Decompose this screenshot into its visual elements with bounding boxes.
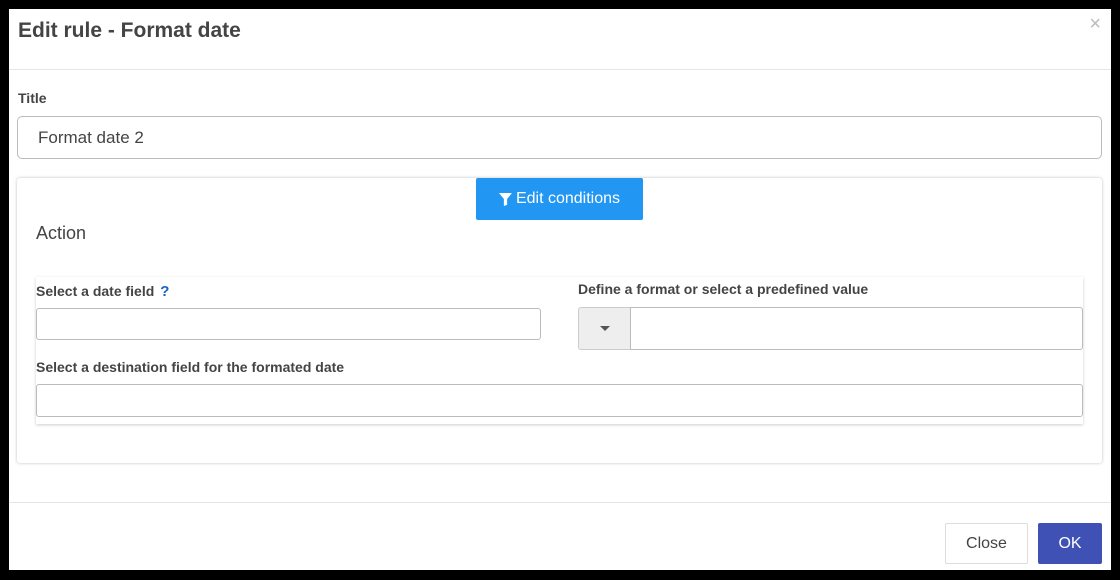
destination-field-label: Select a destination field for the forma… (36, 359, 345, 375)
rule-panel: Edit conditions Action Select a date fie… (17, 178, 1102, 463)
title-label: Title (18, 90, 47, 106)
chevron-down-icon (600, 326, 610, 331)
action-fields-card: Select a date field? Define a format or … (36, 277, 1083, 424)
help-icon[interactable]: ? (160, 283, 169, 300)
dialog-title: Edit rule - Format date (18, 19, 241, 42)
format-label: Define a format or select a predefined v… (578, 281, 869, 297)
ok-button[interactable]: OK (1038, 523, 1102, 564)
close-icon[interactable]: × (1089, 13, 1101, 35)
edit-conditions-button[interactable]: Edit conditions (476, 178, 643, 220)
date-field-input[interactable] (36, 308, 541, 340)
dialog-header: Edit rule - Format date × (9, 9, 1111, 70)
destination-field-input[interactable] (36, 384, 1083, 417)
action-heading: Action (36, 223, 87, 243)
edit-conditions-label: Edit conditions (515, 190, 621, 207)
dialog-footer: Close OK (9, 502, 1111, 571)
date-field-label-text: Select a date field (36, 283, 155, 299)
title-input[interactable] (17, 116, 1102, 159)
edit-rule-dialog: Edit rule - Format date × Title Edit con… (9, 9, 1111, 570)
date-field-label: Select a date field? (36, 283, 169, 300)
format-input[interactable] (630, 307, 1083, 350)
format-dropdown-button[interactable] (578, 307, 631, 350)
filter-icon (498, 192, 512, 206)
close-button[interactable]: Close (945, 523, 1028, 564)
